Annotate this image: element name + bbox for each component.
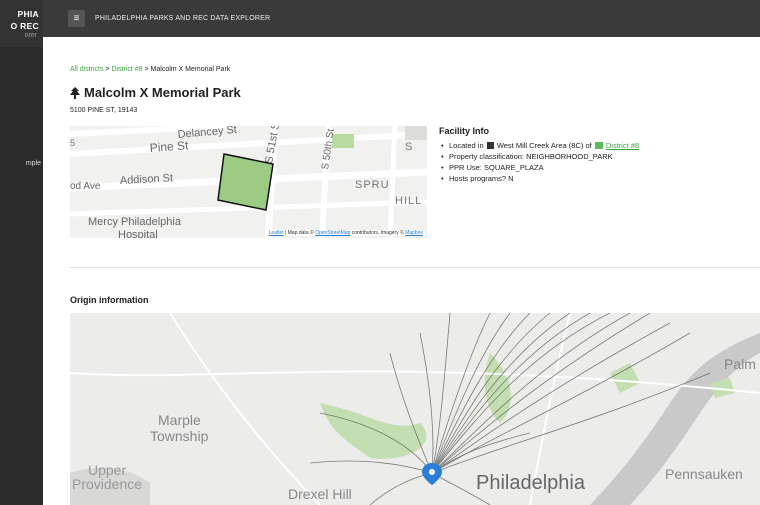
list-item: Hosts programs? N xyxy=(439,173,639,184)
sidebar: PHIA O REC orer mple xyxy=(0,0,43,505)
map-label: Pine St xyxy=(149,138,189,155)
map-label-palm: Palm xyxy=(724,356,756,372)
building-icon xyxy=(486,142,494,149)
map-attribution: Leaflet | Map data © OpenStreetMap contr… xyxy=(266,230,425,236)
park-location-map[interactable]: Delancey St Pine St Addison St od Ave Me… xyxy=(70,126,427,238)
breadcrumb-all-districts[interactable]: All districts xyxy=(70,66,103,73)
list-item: PPR Use: SQUARE_PLAZA xyxy=(439,162,639,173)
brand-line-2: O REC xyxy=(10,21,39,31)
map-label-drexel: Drexel Hill xyxy=(288,486,352,502)
tree-icon xyxy=(70,86,80,99)
map-label: od Ave xyxy=(70,181,101,192)
hamburger-icon[interactable]: ≡ xyxy=(68,10,85,27)
district-link[interactable]: District #8 xyxy=(606,141,639,150)
map-label: 5 xyxy=(70,138,75,148)
map-label-marple: Marple xyxy=(158,412,201,428)
osm-link[interactable]: OpenStreetMap xyxy=(315,230,350,236)
main-content: All districts > District #8 > Malcolm X … xyxy=(43,37,760,505)
map-label: S xyxy=(405,141,412,153)
leaflet-link[interactable]: Leaflet xyxy=(269,230,284,236)
breadcrumb-current: Malcolm X Memorial Park xyxy=(150,66,231,73)
attribution-text: | Map data © xyxy=(283,230,316,236)
facility-info: Facility Info Located in West Mill Creek… xyxy=(439,126,639,184)
breadcrumb-separator: > xyxy=(142,66,151,73)
map-label-township: Township xyxy=(150,428,209,444)
district-icon xyxy=(594,142,603,149)
map-label: Hospital xyxy=(118,229,158,238)
app-title: PHILADELPHIA PARKS AND REC DATA EXPLORER xyxy=(95,15,271,22)
origin-map-canvas: Marple Township Upper Providence Drexel … xyxy=(70,313,760,505)
brand-line-1: PHIA xyxy=(17,9,39,19)
attribution-text: contributors, Imagery © xyxy=(350,230,406,236)
page-title: Malcolm X Memorial Park xyxy=(70,85,241,100)
map-label: HILL xyxy=(395,195,422,207)
area-name: West Mill Creek Area (8C) of xyxy=(496,141,592,150)
list-item: Property classification: NEIGHBORHOOD_PA… xyxy=(439,151,639,162)
park-address: 5100 PINE ST, 19143 xyxy=(70,107,138,114)
breadcrumb: All districts > District #8 > Malcolm X … xyxy=(70,66,230,73)
brand[interactable]: PHIA O REC orer xyxy=(0,0,43,47)
brand-subtitle: orer xyxy=(24,32,37,39)
sidebar-item-example[interactable]: mple xyxy=(26,160,41,167)
located-label: Located in xyxy=(449,141,484,150)
facility-info-list: Located in West Mill Creek Area (8C) of … xyxy=(439,140,639,184)
map-label-philadelphia: Philadelphia xyxy=(476,472,586,494)
origin-heading: Origin information xyxy=(70,295,149,305)
park-map-canvas: Delancey St Pine St Addison St od Ave Me… xyxy=(70,126,427,238)
section-divider xyxy=(70,267,760,268)
map-label-pennsauken: Pennsauken xyxy=(665,466,743,482)
top-navbar: ≡ PHILADELPHIA PARKS AND REC DATA EXPLOR… xyxy=(43,0,760,37)
park-name: Malcolm X Memorial Park xyxy=(84,85,241,100)
mapbox-link[interactable]: Mapbox xyxy=(405,230,423,236)
breadcrumb-district[interactable]: District #8 xyxy=(111,66,142,73)
map-label: SPRU xyxy=(355,179,390,191)
origin-map[interactable]: Marple Township Upper Providence Drexel … xyxy=(70,313,760,505)
map-label: Mercy Philadelphia xyxy=(88,216,182,228)
list-item: Located in West Mill Creek Area (8C) of … xyxy=(439,140,639,151)
map-label-providence: Providence xyxy=(72,476,142,492)
facility-info-heading: Facility Info xyxy=(439,126,490,136)
